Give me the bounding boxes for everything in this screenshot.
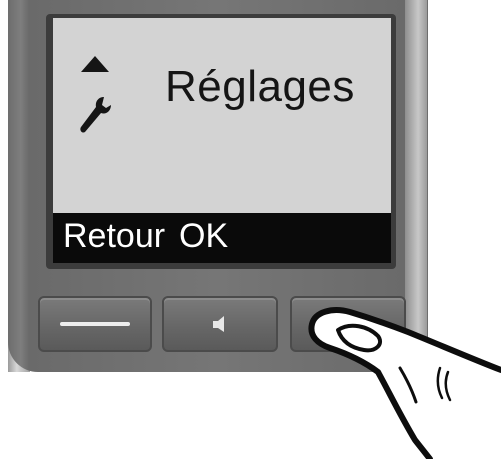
wrench-icon <box>80 97 111 133</box>
screen-title: Réglages <box>165 62 355 111</box>
line-icon <box>60 322 130 326</box>
handsfree-button[interactable] <box>162 296 278 352</box>
pointing-finger-illustration <box>308 307 501 459</box>
display-screen: Réglages Retour OK <box>53 18 391 263</box>
softkey-bar: Retour OK <box>53 213 391 263</box>
softkey-ok-label: OK <box>179 217 229 255</box>
speaker-icon <box>213 316 224 332</box>
softkey-back-label: Retour <box>63 217 166 255</box>
arrow-up-icon <box>81 56 109 72</box>
left-softkey-button[interactable] <box>38 296 152 352</box>
